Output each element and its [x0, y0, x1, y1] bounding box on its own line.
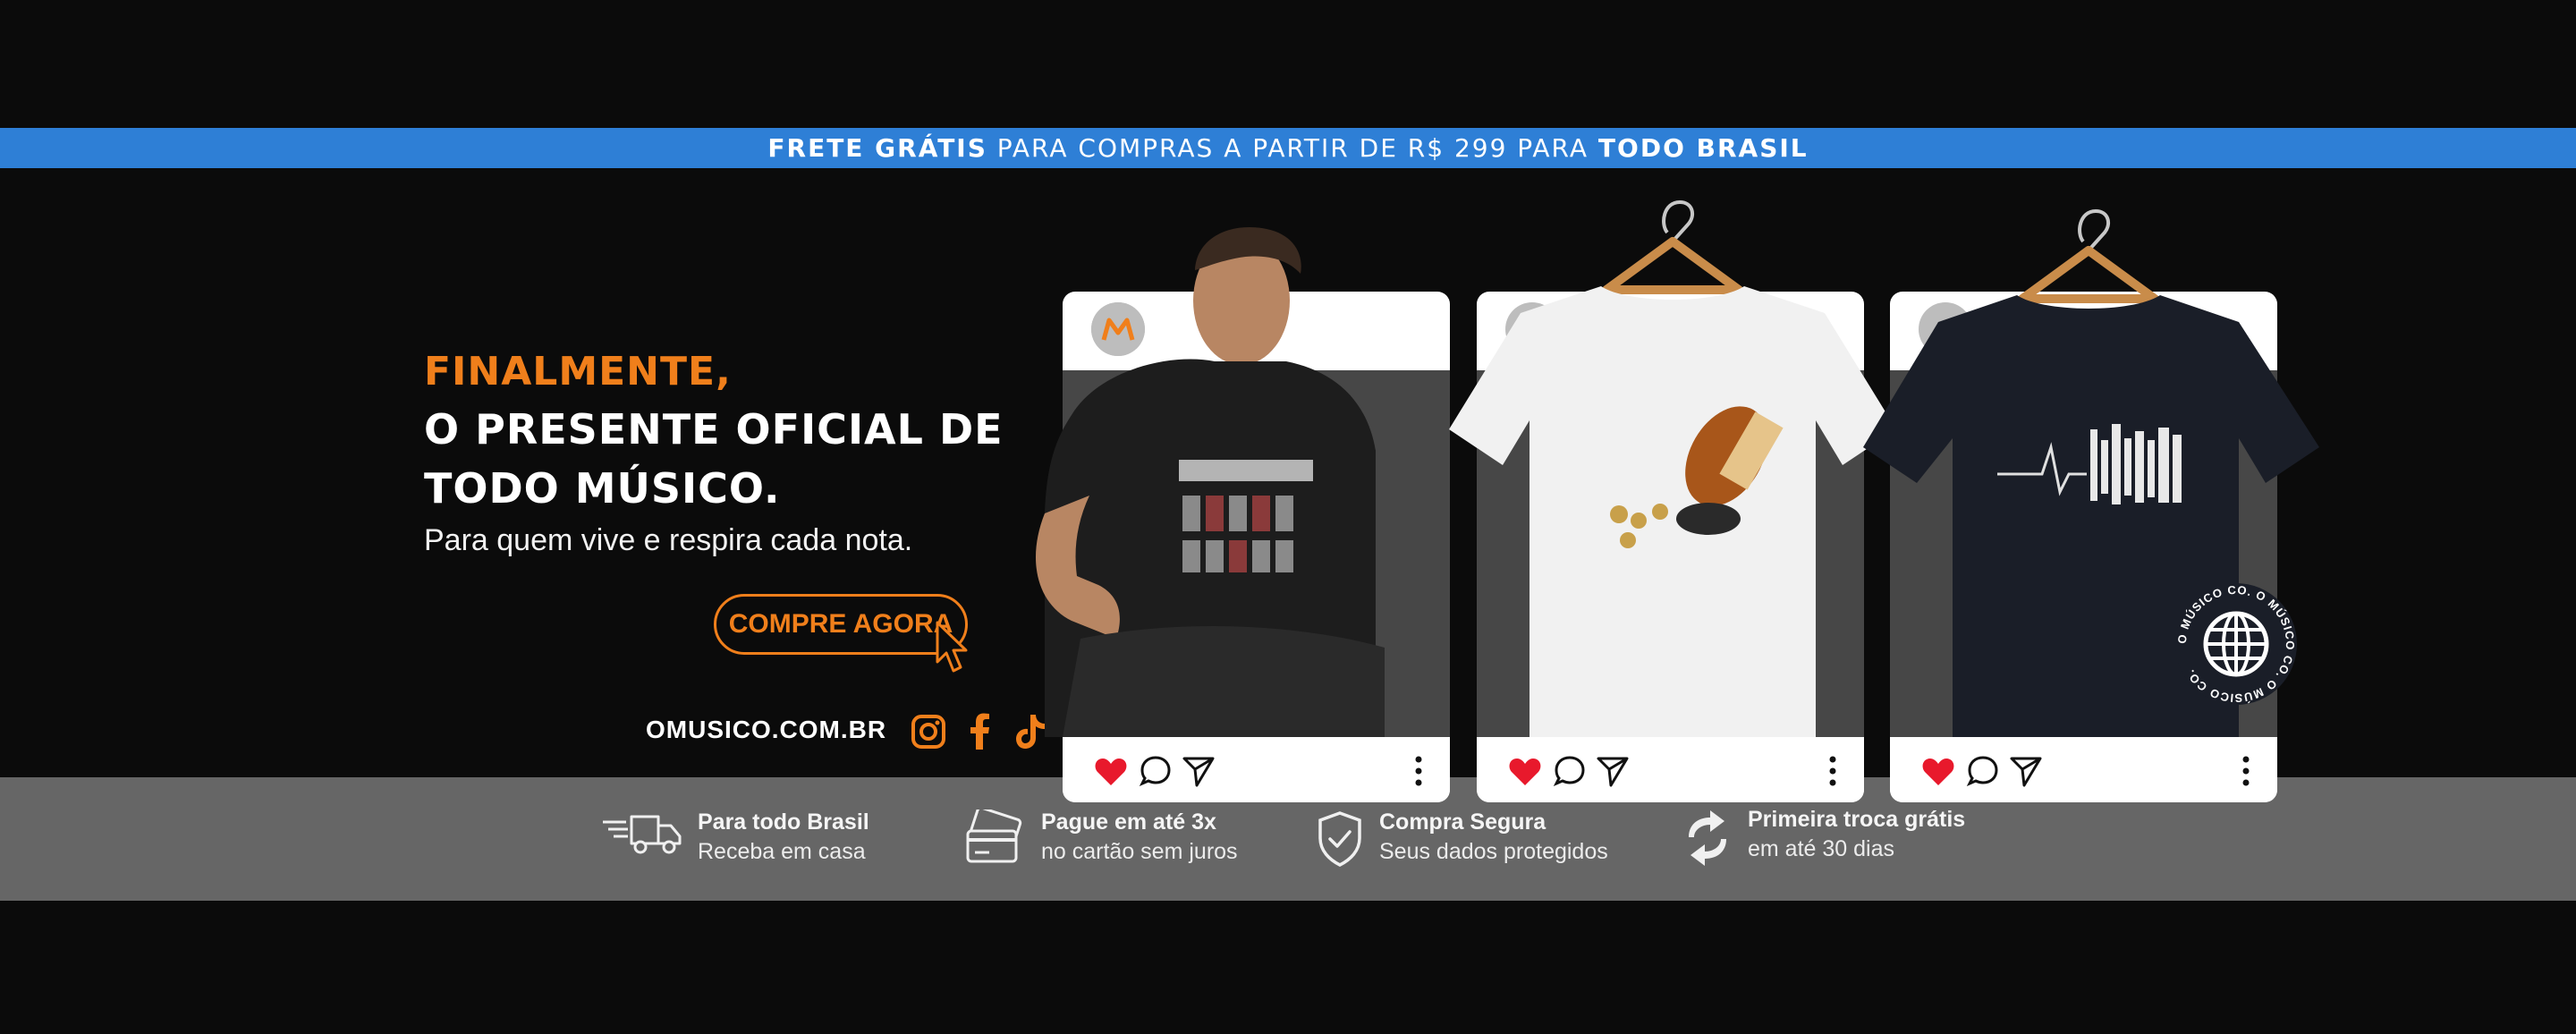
- headline-main: O PRESENTE OFICIAL DE TODO MÚSICO.: [424, 405, 1004, 513]
- model-photo: [1036, 226, 1385, 737]
- brand-avatar-icon: [1091, 302, 1145, 356]
- comment-icon[interactable]: [1965, 753, 2001, 789]
- white-tshirt-photo: [1449, 199, 1896, 737]
- shield-check-icon: [1318, 811, 1361, 867]
- instagram-icon[interactable]: [911, 712, 946, 751]
- feature-subtitle: no cartão sem juros: [1041, 839, 1238, 864]
- credit-cards-icon: [966, 809, 1022, 863]
- heart-icon[interactable]: [1920, 753, 1956, 789]
- feature-title: Para todo Brasil: [698, 809, 869, 835]
- send-icon[interactable]: [1595, 753, 1631, 789]
- feature-installments: Pague em até 3x no cartão sem juros: [964, 809, 1238, 869]
- send-icon[interactable]: [2008, 753, 2044, 789]
- hero-text-block: FINALMENTE, O PRESENTE OFICIAL DE TODO M…: [424, 344, 1068, 558]
- more-icon[interactable]: [1828, 753, 1837, 789]
- card-actions: [1890, 737, 2277, 802]
- promo-free-shipping: FRETE GRÁTIS: [767, 133, 987, 163]
- feature-shipping: Para todo Brasil Receba em casa: [601, 809, 869, 865]
- feature-title: Pague em até 3x: [1041, 809, 1216, 835]
- heart-icon[interactable]: [1093, 753, 1129, 789]
- feature-subtitle: Receba em casa: [698, 839, 866, 864]
- feature-exchange: Primeira troca grátis em até 30 dias: [1682, 807, 1965, 869]
- feature-title: Primeira troca grátis: [1748, 807, 1966, 832]
- comment-icon[interactable]: [1138, 753, 1174, 789]
- send-icon[interactable]: [1181, 753, 1216, 789]
- card-actions: [1477, 737, 1864, 802]
- card-actions: [1063, 737, 1450, 802]
- feature-secure: Compra Segura Seus dados protegidos: [1315, 809, 1608, 869]
- more-icon[interactable]: [2241, 753, 2250, 789]
- delivery-truck-icon: [603, 815, 682, 854]
- hero-subline: Para quem vive e respira cada nota.: [424, 523, 913, 557]
- exchange-arrows-icon: [1689, 810, 1726, 866]
- feature-subtitle: em até 30 dias: [1748, 836, 1894, 861]
- headline-accent: FINALMENTE,: [424, 349, 732, 394]
- buy-now-button[interactable]: COMPRE AGORA: [714, 594, 968, 655]
- comment-icon[interactable]: [1552, 753, 1588, 789]
- cursor-icon: [936, 621, 968, 673]
- brand-seal-icon: O MÚSICO CO. O MÚSICO CO. O MÚSICO CO.: [2175, 583, 2297, 705]
- feature-title: Compra Segura: [1379, 809, 1546, 835]
- promo-condition: PARA COMPRAS A PARTIR DE R$ 299 PARA: [987, 133, 1598, 163]
- shipping-promo-bar: FRETE GRÁTIS PARA COMPRAS A PARTIR DE R$…: [0, 128, 2576, 168]
- more-icon[interactable]: [1414, 753, 1423, 789]
- site-url[interactable]: OMUSICO.COM.BR: [646, 716, 886, 744]
- buy-now-label: COMPRE AGORA: [728, 609, 953, 639]
- heart-icon[interactable]: [1507, 753, 1543, 789]
- promo-all-brazil: TODO BRASIL: [1597, 133, 1809, 163]
- feature-subtitle: Seus dados protegidos: [1379, 839, 1608, 864]
